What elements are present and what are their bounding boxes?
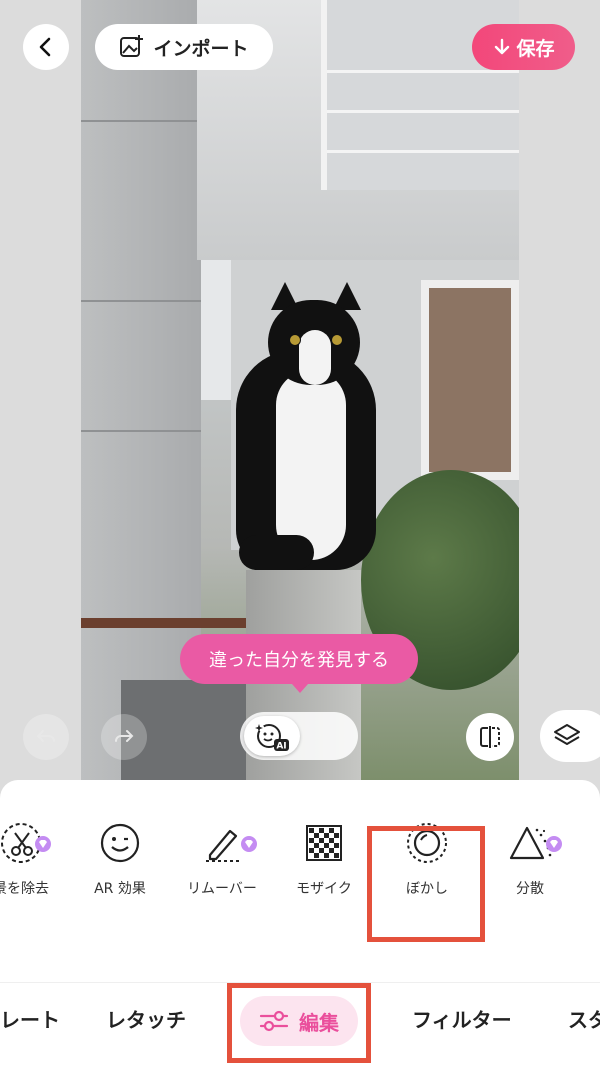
tool-dispersion[interactable]: 分散: [485, 820, 575, 898]
cat-eye-right: [331, 334, 343, 346]
blur-tool-highlight: [367, 826, 485, 942]
chevron-left-icon: [39, 37, 51, 57]
mosaic-checker-icon: [301, 820, 347, 866]
tab-filter[interactable]: フィルター: [412, 1004, 512, 1033]
import-button[interactable]: インポート: [95, 24, 273, 70]
eraser-pen-icon: [199, 820, 245, 866]
cat-tail: [239, 535, 314, 570]
download-arrow-icon: [495, 38, 510, 55]
cat-chest: [276, 370, 346, 560]
compare-split-icon: [480, 726, 500, 748]
tool-ar-effect[interactable]: AR 効果: [75, 820, 165, 898]
edit-tab-highlight: [227, 983, 371, 1063]
tab-stamp[interactable]: スタ: [568, 1004, 600, 1033]
image-add-icon: [120, 35, 144, 57]
save-label: 保存: [516, 37, 555, 60]
smiley-face-icon: [97, 820, 143, 866]
tool-background-remove[interactable]: 景を除去: [0, 820, 66, 898]
import-label: インポート: [153, 37, 249, 60]
ai-badge-text: AI: [276, 742, 286, 752]
compare-button[interactable]: [466, 713, 514, 761]
tool-label: AR 効果: [94, 881, 146, 897]
ai-tooltip: 違った自分を発見する: [180, 634, 418, 693]
cat-face: [299, 330, 331, 385]
save-button[interactable]: 保存: [472, 24, 575, 70]
layers-button[interactable]: [540, 710, 600, 762]
tool-label: モザイク: [296, 881, 352, 897]
redo-button[interactable]: [101, 714, 147, 760]
tab-template[interactable]: レート: [0, 1004, 60, 1033]
premium-gem-icon: [35, 836, 51, 852]
tooltip-text: 違った自分を発見する: [209, 650, 389, 671]
ai-toggle-knob: AI: [244, 716, 300, 756]
tool-label: リムーバー: [187, 881, 257, 897]
premium-gem-icon: [241, 836, 257, 852]
layers-icon: [554, 724, 580, 745]
tool-remover[interactable]: リムーバー: [177, 820, 267, 898]
tool-label: 分散: [516, 881, 544, 897]
back-button[interactable]: [23, 24, 69, 70]
photo-railing: [81, 618, 251, 628]
undo-icon: [36, 730, 55, 742]
tab-retouch[interactable]: レタッチ: [106, 1004, 186, 1033]
ai-face-icon: AI: [255, 724, 289, 752]
redo-icon: [115, 730, 134, 742]
cat-eye-left: [289, 334, 301, 346]
tool-mosaic[interactable]: モザイク: [279, 820, 369, 898]
ai-face-toggle[interactable]: AI: [240, 712, 358, 760]
undo-button[interactable]: [23, 714, 69, 760]
photo-window: [421, 280, 519, 480]
premium-gem-icon: [546, 836, 562, 852]
tool-label: 景を除去: [0, 881, 49, 897]
